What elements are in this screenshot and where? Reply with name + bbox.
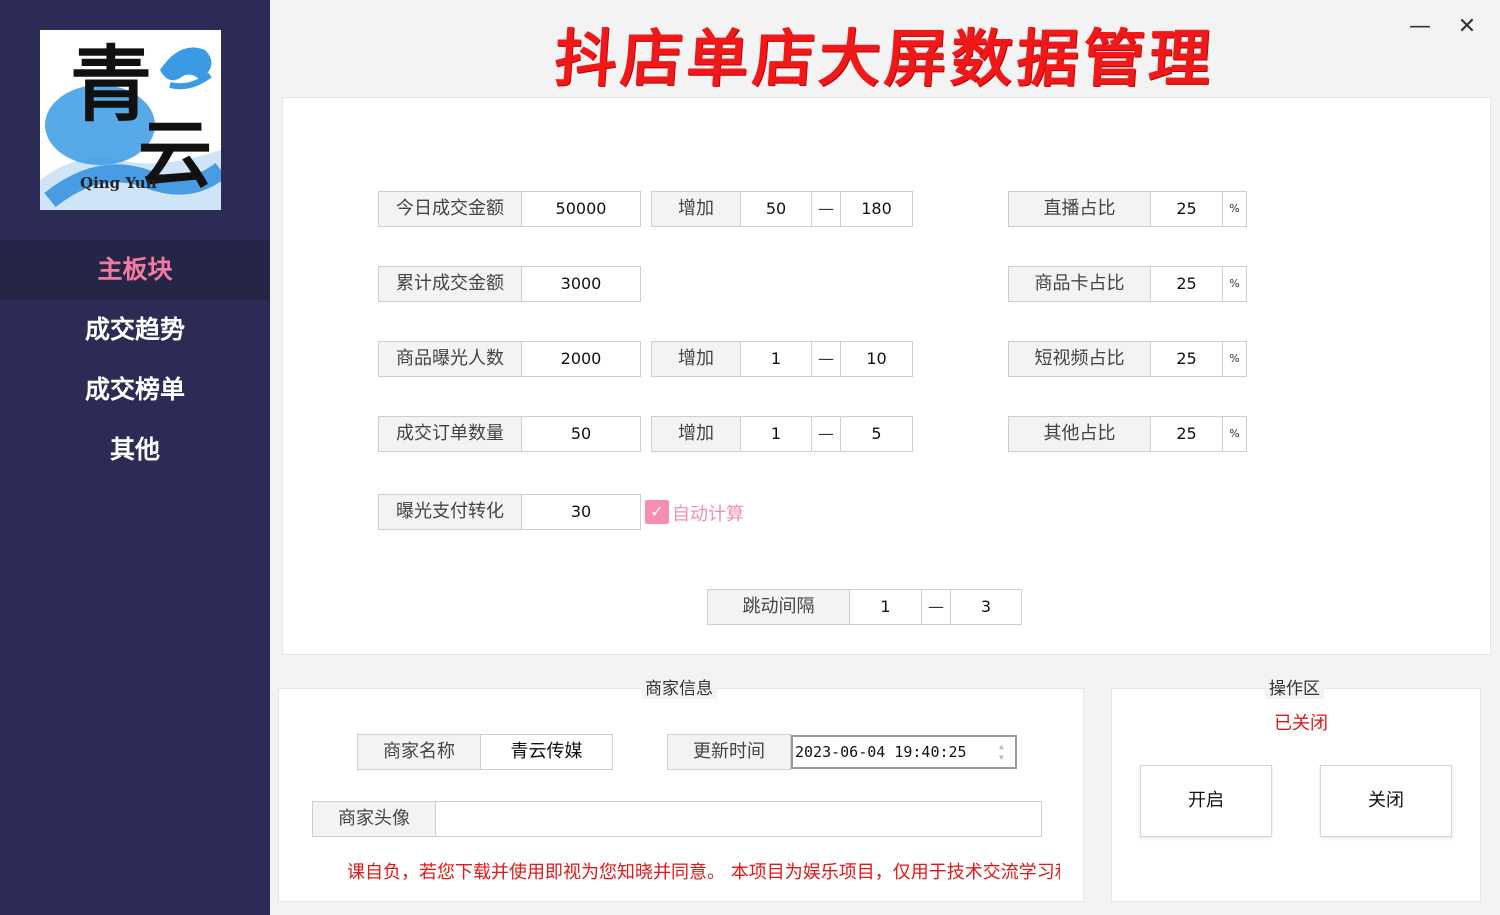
update-time-picker[interactable]: 2023-06-04 19:40:25 ▲ ▼: [791, 735, 1017, 769]
qingyun-logo: 青 云 Qing Yun: [40, 30, 221, 210]
open-button[interactable]: 开启: [1140, 765, 1272, 837]
range-separator: —: [921, 589, 951, 625]
logo-english-text: Qing Yun: [80, 174, 157, 192]
other-ratio-input[interactable]: 25: [1150, 416, 1223, 452]
close-icon[interactable]: ✕: [1452, 12, 1482, 42]
update-time-value: 2023-06-04 19:40:25: [795, 743, 967, 761]
orders-label: 成交订单数量: [378, 416, 522, 452]
update-time-label: 更新时间: [667, 734, 791, 770]
disclaimer-marquee: 课自负，若您下载并使用即视为您知晓并同意。 本项目为娱乐项目，仅用于技术交流学习…: [347, 862, 1060, 883]
percent-unit: %: [1222, 416, 1247, 452]
today-amount-input[interactable]: 50000: [521, 191, 641, 227]
total-amount-label: 累计成交金额: [378, 266, 522, 302]
today-amount-max-input[interactable]: 180: [840, 191, 913, 227]
orders-min-input[interactable]: 1: [740, 416, 812, 452]
status-text: 已关闭: [1274, 713, 1328, 734]
today-amount-increase-label: 增加: [651, 191, 741, 227]
sidebar-item-main-panel[interactable]: 主板块: [0, 240, 270, 300]
sidebar-item-other[interactable]: 其他: [0, 420, 270, 480]
orders-input[interactable]: 50: [521, 416, 641, 452]
spinner-icon[interactable]: ▲ ▼: [999, 741, 1009, 763]
auto-calc-label[interactable]: 自动计算: [672, 500, 744, 526]
merchant-info-title: 商家信息: [641, 674, 717, 699]
today-amount-min-input[interactable]: 50: [740, 191, 812, 227]
merchant-name-input[interactable]: 青云传媒: [480, 734, 613, 770]
interval-label: 跳动间隔: [707, 589, 850, 625]
minimize-icon[interactable]: —: [1405, 12, 1435, 42]
sidebar: 青 云 Qing Yun 主板块 成交趋势 成交榜单 其他: [0, 0, 270, 915]
auto-calc-checkbox[interactable]: ✓: [645, 500, 669, 524]
short-video-ratio-label: 短视频占比: [1008, 341, 1151, 377]
live-ratio-label: 直播占比: [1008, 191, 1151, 227]
sidebar-item-trade-trend[interactable]: 成交趋势: [0, 300, 270, 360]
exposure-label: 商品曝光人数: [378, 341, 522, 377]
exposure-min-input[interactable]: 1: [740, 341, 812, 377]
interval-min-input[interactable]: 1: [849, 589, 922, 625]
product-card-ratio-label: 商品卡占比: [1008, 266, 1151, 302]
conversion-input[interactable]: 30: [521, 494, 641, 530]
merchant-avatar-label: 商家头像: [312, 801, 436, 837]
range-separator: —: [811, 341, 841, 377]
operations-title: 操作区: [1265, 674, 1324, 699]
sidebar-item-trade-ranking[interactable]: 成交榜单: [0, 360, 270, 420]
product-card-ratio-input[interactable]: 25: [1150, 266, 1223, 302]
app-title: 抖店单店大屏数据管理: [552, 22, 1218, 95]
orders-increase-label: 增加: [651, 416, 741, 452]
percent-unit: %: [1222, 341, 1247, 377]
exposure-max-input[interactable]: 10: [840, 341, 913, 377]
exposure-input[interactable]: 2000: [521, 341, 641, 377]
conversion-label: 曝光支付转化: [378, 494, 522, 530]
percent-unit: %: [1222, 191, 1247, 227]
interval-max-input[interactable]: 3: [950, 589, 1022, 625]
range-separator: —: [811, 191, 841, 227]
exposure-increase-label: 增加: [651, 341, 741, 377]
short-video-ratio-input[interactable]: 25: [1150, 341, 1223, 377]
percent-unit: %: [1222, 266, 1247, 302]
live-ratio-input[interactable]: 25: [1150, 191, 1223, 227]
range-separator: —: [811, 416, 841, 452]
total-amount-input[interactable]: 3000: [521, 266, 641, 302]
today-amount-label: 今日成交金额: [378, 191, 522, 227]
merchant-name-label: 商家名称: [357, 734, 481, 770]
orders-max-input[interactable]: 5: [840, 416, 913, 452]
other-ratio-label: 其他占比: [1008, 416, 1151, 452]
merchant-avatar-input[interactable]: [435, 801, 1042, 837]
close-button[interactable]: 关闭: [1320, 765, 1452, 837]
